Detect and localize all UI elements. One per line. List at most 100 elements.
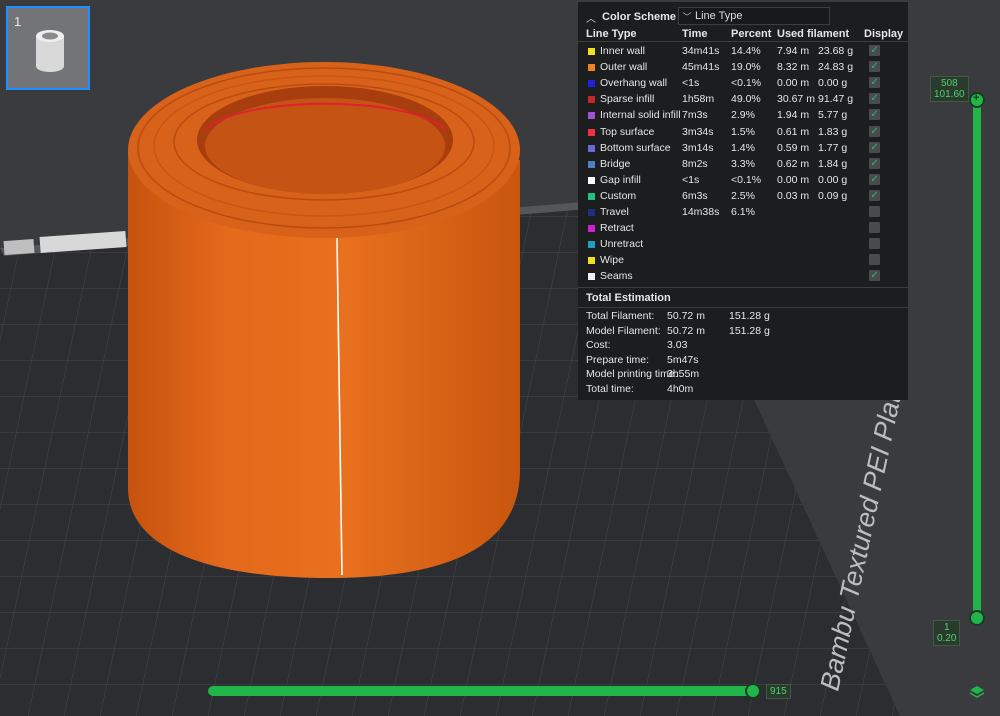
line-type-time: 6m3s: [682, 189, 708, 202]
layer-top-label: 508 101.60: [930, 76, 969, 102]
line-type-name: Bridge: [600, 157, 631, 170]
line-type-swatch: [588, 144, 595, 152]
line-type-name: Outer wall: [600, 61, 648, 74]
line-type-swatch: [588, 209, 595, 216]
line-type-swatch: [588, 225, 595, 233]
estimation-value: 50.72 m: [667, 310, 705, 322]
display-checkbox[interactable]: [869, 254, 880, 266]
layer-bottom-label: 1 0.20: [933, 620, 961, 646]
line-type-weight: 23.68 g: [818, 45, 854, 57]
line-type-length: 0.00 m: [777, 173, 810, 186]
layer-slider-bottom-handle[interactable]: [969, 610, 985, 626]
line-type-weight: 1.83 g: [818, 125, 848, 138]
legend-row: Inner wall 34m41s 14.4% 7.94 m 23.68 g ✓: [578, 43, 908, 59]
display-checkbox[interactable]: ✓: [869, 93, 880, 105]
move-slider[interactable]: [208, 686, 758, 696]
legend-row: Custom 6m3s 2.5% 0.03 m 0.09 g ✓: [578, 188, 908, 204]
display-checkbox[interactable]: ✓: [869, 61, 880, 73]
line-type-length: 7.94 m: [777, 45, 810, 57]
line-type-length: 0.59 m: [777, 141, 810, 154]
display-checkbox[interactable]: [869, 206, 880, 217]
col-used-filament: Used filament: [777, 28, 850, 40]
line-type-name: Sparse infill: [600, 93, 655, 106]
printed-model[interactable]: [128, 62, 520, 578]
line-type-name: Seams: [600, 270, 633, 283]
col-percent: Percent: [731, 28, 772, 40]
top-layer-number: 508: [940, 78, 958, 89]
legend-row: Overhang wall <1s <0.1% 0.00 m 0.00 g ✓: [578, 75, 908, 91]
line-type-percent: <0.1%: [731, 173, 762, 186]
display-checkbox[interactable]: ✓: [869, 141, 880, 153]
layer-slider-top-handle[interactable]: +: [969, 92, 985, 108]
line-type-percent: 6.1%: [731, 206, 755, 218]
line-type-swatch: [588, 241, 595, 249]
estimation-value: 50.72 m: [667, 324, 705, 337]
display-checkbox[interactable]: ✓: [869, 157, 880, 169]
line-type-name: Internal solid infill: [600, 109, 681, 122]
legend-row: Bottom surface 3m14s 1.4% 0.59 m 1.77 g ✓: [578, 140, 908, 156]
col-display: Display: [864, 28, 904, 40]
line-type-percent: 49.0%: [731, 93, 761, 106]
line-type-time: 3m34s: [682, 125, 714, 138]
line-type-time: <1s: [682, 77, 700, 90]
legend-row: Unretract: [578, 236, 908, 252]
estimation-value-2: 151.28 g: [729, 310, 770, 322]
line-type-name: Retract: [600, 222, 634, 235]
chevron-down-icon: ﹀: [682, 11, 692, 22]
legend-row: Outer wall 45m41s 19.0% 8.32 m 24.83 g ✓: [578, 59, 908, 75]
line-type-swatch: [588, 176, 595, 184]
line-type-name: Top surface: [600, 125, 655, 138]
line-type-weight: 0.00 g: [818, 77, 848, 90]
line-type-swatch: [588, 64, 595, 72]
line-type-swatch: [588, 257, 595, 265]
collapse-chevron-icon[interactable]: ︿: [586, 10, 602, 25]
line-type-weight: 0.00 g: [818, 173, 848, 186]
line-type-name: Travel: [600, 206, 629, 218]
color-scheme-value: Line Type: [695, 10, 743, 22]
display-checkbox[interactable]: ✓: [869, 173, 880, 185]
line-type-swatch: [588, 273, 595, 281]
line-type-time: 7m3s: [682, 109, 708, 122]
line-type-name: Gap infill: [600, 173, 641, 186]
legend-row: Travel 14m38s 6.1%: [578, 204, 908, 220]
display-checkbox[interactable]: ✓: [869, 270, 880, 282]
line-type-weight: 1.77 g: [818, 141, 848, 154]
display-checkbox[interactable]: [869, 238, 880, 250]
color-scheme-dropdown[interactable]: ﹀ Line Type: [678, 7, 830, 25]
line-type-time: 45m41s: [682, 61, 720, 74]
line-type-swatch: [588, 192, 595, 200]
display-checkbox[interactable]: ✓: [869, 189, 880, 201]
layer-slider[interactable]: [973, 102, 981, 618]
display-checkbox[interactable]: [869, 222, 880, 234]
line-type-length: 8.32 m: [777, 61, 810, 74]
layers-icon[interactable]: [969, 684, 985, 700]
plate-number: 1: [14, 14, 22, 29]
display-checkbox[interactable]: ✓: [869, 125, 880, 137]
line-type-percent: 14.4%: [731, 45, 761, 57]
display-checkbox[interactable]: ✓: [869, 45, 880, 56]
legend-row: Retract: [578, 220, 908, 236]
line-type-weight: 0.09 g: [818, 189, 848, 202]
move-slider-handle[interactable]: [745, 683, 761, 699]
legend-row: Gap infill <1s <0.1% 0.00 m 0.00 g ✓: [578, 172, 908, 188]
estimation-label: Total time:: [586, 383, 634, 395]
line-type-weight: 5.77 g: [818, 109, 848, 122]
display-checkbox[interactable]: ✓: [869, 77, 880, 89]
plus-icon: +: [973, 92, 980, 104]
line-type-swatch: [588, 160, 595, 168]
line-type-time: 3m14s: [682, 141, 714, 154]
display-checkbox[interactable]: ✓: [869, 109, 880, 121]
color-scheme-title: Color Scheme: [602, 11, 676, 23]
estimation-value: 5m47s: [667, 353, 699, 366]
estimation-value: 3.03: [667, 339, 688, 352]
estimation-label: Model printing time:: [586, 368, 678, 381]
line-type-swatch: [588, 48, 595, 55]
top-layer-height: 101.60: [934, 89, 965, 100]
move-slider-value: 915: [766, 684, 791, 699]
legend-row: Wipe: [578, 252, 908, 268]
bottom-layer-number: 1: [943, 622, 950, 633]
line-type-swatch: [588, 112, 595, 120]
estimation-label: Prepare time:: [586, 353, 650, 366]
line-type-name: Unretract: [600, 238, 644, 251]
line-type-weight: 1.84 g: [818, 157, 848, 170]
